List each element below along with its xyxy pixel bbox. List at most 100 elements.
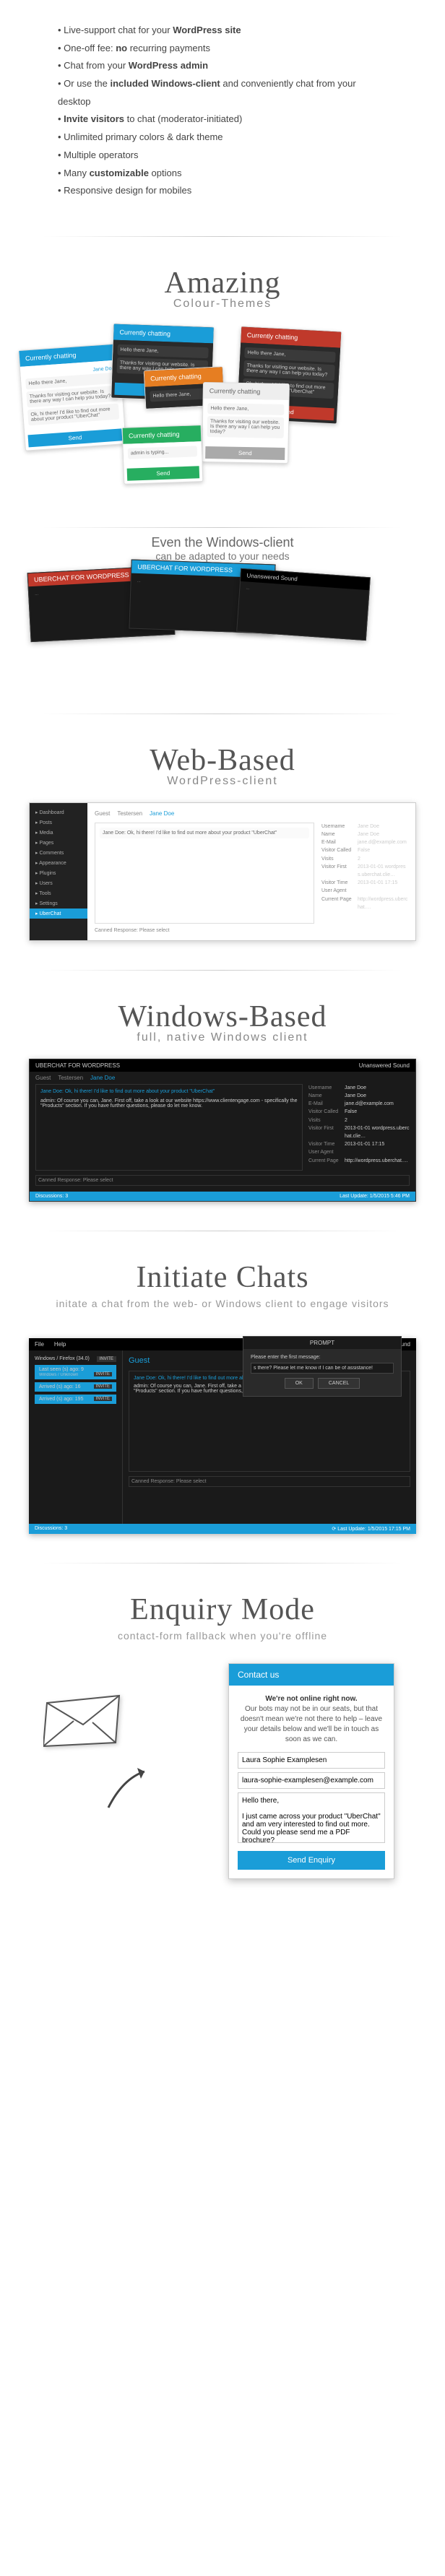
initiate-preview: File Help Sound Windows / Firefox (34.0)…	[0, 1317, 445, 1556]
wp-sidebar-item[interactable]: ▸ Appearance	[30, 858, 87, 868]
wp-chat-area: Jane Doe: Ok, hi there! I'd like to find…	[95, 823, 314, 924]
chat-message: admin: Of course you can, Jane. First of…	[40, 1098, 298, 1109]
notice-text: Our bots may not be in our seats, but th…	[241, 1705, 382, 1743]
feature-item: Responsive design for mobiles	[58, 182, 387, 200]
tab[interactable]: Testersen	[58, 1075, 83, 1081]
info-row: UsernameJane Doe	[321, 823, 408, 831]
feature-item: Multiple operators	[58, 147, 387, 165]
wp-sidebar-item[interactable]: ▸ Users	[30, 878, 87, 888]
menu-file[interactable]: File	[35, 1341, 44, 1348]
send-button[interactable]: Send	[28, 428, 123, 447]
divider	[43, 1563, 402, 1564]
tab[interactable]: Guest	[35, 1075, 51, 1081]
last-update: Last Update: 1/5/2015 5:46 PM	[340, 1194, 410, 1199]
visitor-item[interactable]: Last seen (s) ago: 9Windows / UnknownINV…	[35, 1365, 116, 1379]
section-title: Amazing	[0, 266, 445, 300]
prompt-label: Please enter the first message:	[251, 1355, 394, 1360]
section-amazing: Amazing Colour-Themes	[0, 244, 445, 318]
prompt-input[interactable]	[251, 1363, 394, 1374]
cancel-button[interactable]: CANCEL	[318, 1378, 360, 1389]
discussions-count: Discussions: 3	[35, 1194, 68, 1199]
win-app-title: UBERCHAT FOR WORDPRESS	[35, 1062, 120, 1069]
menu-help[interactable]: Help	[54, 1341, 66, 1348]
contact-header: Contact us	[229, 1664, 394, 1686]
info-row: Visitor CalledFalse	[308, 1108, 410, 1116]
win-tabs: Guest Testersen Jane Doe	[35, 1072, 410, 1084]
info-row: User Agent	[308, 1148, 410, 1156]
chat-message: Hello there Jane,	[207, 403, 284, 415]
section-enquiry: Enquiry Mode contact-form fallback when …	[0, 1571, 445, 1649]
wp-sidebar: ▸ Dashboard▸ Posts▸ Media▸ Pages▸ Commen…	[30, 803, 87, 940]
windows-adapt-preview: UBERCHAT FOR WORDPRESS ... UBERCHAT FOR …	[0, 562, 445, 706]
contact-form: Contact us We're not online right now. O…	[228, 1663, 394, 1879]
visitor-browser: Windows / Firefox (34.0)	[35, 1356, 90, 1362]
chat-preview-green: Currently chatting admin is typing... Se…	[122, 425, 204, 485]
send-button[interactable]: Send	[127, 466, 200, 480]
name-input[interactable]	[238, 1752, 385, 1769]
feature-item: Live-support chat for your WordPress sit…	[58, 22, 387, 40]
section-desc: contact-form fallback when you're offlin…	[0, 1630, 445, 1642]
wp-sidebar-item[interactable]: ▸ Settings	[30, 898, 87, 908]
canned-response[interactable]: Canned Response: Please select	[95, 928, 408, 933]
divider	[43, 527, 402, 528]
wp-sidebar-item[interactable]: ▸ Dashboard	[30, 807, 87, 818]
win-client-full: UBERCHAT FOR WORDPRESS Unanswered Sound …	[0, 1051, 445, 1223]
wp-main: Guest Testersen Jane Doe Jane Doe: Ok, hi …	[87, 803, 415, 940]
wp-client-preview: ▸ Dashboard▸ Posts▸ Media▸ Pages▸ Commen…	[0, 795, 445, 963]
wp-sidebar-item[interactable]: ▸ Comments	[30, 848, 87, 858]
feature-item: Chat from your WordPress admin	[58, 57, 387, 75]
chat-message: admin is typing...	[128, 446, 197, 459]
canned-response[interactable]: Canned Response: Please select	[35, 1175, 410, 1186]
send-enquiry-button[interactable]: Send Enquiry	[238, 1851, 385, 1870]
divider	[43, 970, 402, 971]
wp-sidebar-item[interactable]: ▸ Posts	[30, 818, 87, 828]
chat-header: Currently chatting	[204, 383, 289, 400]
chat-message: Ok, hi there! I'd like to find out more …	[27, 403, 119, 425]
chat-preview-light: Currently chatting Hello there Jane, Tha…	[202, 382, 290, 464]
section-winbased: Windows-Based full, native Windows clien…	[0, 978, 445, 1051]
invite-button[interactable]: INVITE	[97, 1356, 116, 1362]
feature-item: One-off fee: no recurring payments	[58, 40, 387, 58]
subtitle-main: Even the Windows-client	[0, 535, 445, 550]
win-chat-area: Jane Doe: Ok, hi there! I'd like to find…	[35, 1084, 303, 1171]
ok-button[interactable]: OK	[285, 1378, 314, 1389]
feature-item: Unlimited primary colors & dark theme	[58, 129, 387, 147]
envelope-icon	[43, 1692, 123, 1753]
section-desc: initate a chat from the web- or Windows …	[0, 1298, 445, 1309]
section-title: Initiate Chats	[0, 1260, 445, 1295]
chat-message: Thanks for visiting our website. Is ther…	[243, 360, 335, 381]
section-subtitle: full, native Windows client	[0, 1031, 445, 1044]
section-webbased: Web-Based WordPress-client	[0, 721, 445, 795]
last-update: Last Update: 1/5/2015 17:15 PM	[337, 1527, 410, 1532]
wp-sidebar-item[interactable]: ▸ Plugins	[30, 868, 87, 878]
features-list: Live-support chat for your WordPress sit…	[0, 0, 445, 229]
chat-message: Thanks for visiting our website. Is ther…	[207, 416, 284, 438]
section-title: Windows-Based	[0, 999, 445, 1034]
canned-response[interactable]: Canned Response: Please select	[129, 1476, 410, 1487]
feature-item: Many customizable options	[58, 165, 387, 183]
visitor-item[interactable]: Arrived (s) ago: 16INVITE	[35, 1382, 116, 1392]
message-textarea[interactable]	[238, 1792, 385, 1843]
wp-sidebar-item[interactable]: ▸ Media	[30, 828, 87, 838]
wp-sidebar-item[interactable]: ▸ Pages	[30, 838, 87, 848]
tab[interactable]: Jane Doe	[90, 1075, 115, 1081]
tab[interactable]: Guest	[95, 810, 110, 817]
send-button[interactable]: Send	[205, 446, 285, 460]
wp-sidebar-item[interactable]: ▸ UberChat	[30, 908, 87, 919]
prompt-title: PROMPT	[243, 1337, 401, 1349]
info-row: Current Pagehttp://wordpress.uberchat.…	[308, 1157, 410, 1165]
win-visitor-info: UsernameJane DoeNameJane DoeE-Mailjane.d…	[308, 1084, 410, 1171]
email-input[interactable]	[238, 1772, 385, 1789]
feature-item: Or use the included Windows-client and c…	[58, 75, 387, 110]
info-row: Visits2	[321, 855, 408, 863]
section-title: Enquiry Mode	[0, 1592, 445, 1627]
tab[interactable]: Testersen	[117, 810, 142, 817]
tab[interactable]: Jane Doe	[150, 810, 174, 817]
info-row: Visitor CalledFalse	[321, 846, 408, 854]
win-status: Unanswered Sound	[359, 1062, 410, 1069]
colour-themes-preview: Currently chatting Jane Doe Hello there …	[0, 318, 445, 520]
section-subtitle: Colour-Themes	[0, 298, 445, 311]
visitor-item[interactable]: Arrived (s) ago: 195INVITE	[35, 1395, 116, 1404]
chat-message: Jane Doe: Ok, hi there! I'd like to find…	[40, 1089, 298, 1094]
wp-sidebar-item[interactable]: ▸ Tools	[30, 888, 87, 898]
